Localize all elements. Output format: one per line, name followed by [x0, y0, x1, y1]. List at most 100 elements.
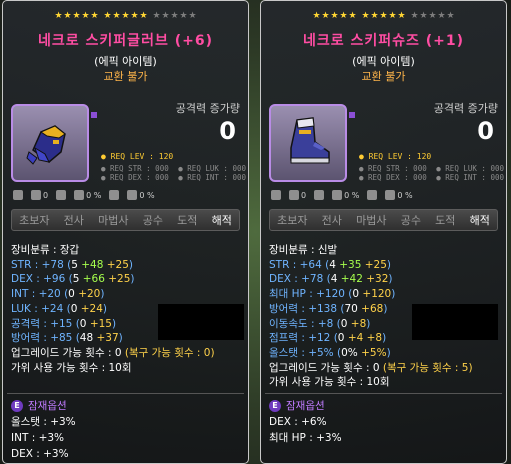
- gloves-item-icon: [26, 125, 66, 165]
- req-luk: ● REQ LUK : 000: [178, 164, 246, 173]
- epic-badge-icon: E: [269, 400, 281, 412]
- block-icon: [367, 190, 378, 200]
- trade-icon: [56, 190, 67, 200]
- star-icon: ★: [103, 11, 112, 21]
- job-bar: 초보자 전사 마법사 공수 도적 해적: [269, 209, 498, 231]
- star-icon: ★: [330, 11, 339, 21]
- stat-str: STR : +64 (4 +35 +25): [269, 258, 391, 271]
- job-pirate: 해적: [211, 214, 232, 227]
- potential-section: E 잠재옵션 DEX : +6% 최대 HP : +3%: [269, 398, 501, 446]
- req-level: ● REQ LEV : 120: [101, 152, 174, 161]
- potential-section: E 잠재옵션 올스탯 : +3% INT : +3% DEX : +3%: [11, 398, 243, 462]
- trade-icon: [314, 190, 325, 200]
- divider: [265, 393, 502, 394]
- star-icon: ★: [370, 11, 379, 21]
- star-icon: ★: [188, 11, 197, 21]
- mini-icon-row: 0 0 % 0 %: [271, 188, 498, 202]
- req-level: ● REQ LEV : 120: [359, 152, 432, 161]
- job-beginner: 초보자: [19, 214, 50, 227]
- star-icon: ★: [121, 11, 130, 21]
- star-icon: ★: [312, 11, 321, 21]
- star-icon: ★: [81, 11, 90, 21]
- potential-line: 올스탯 : +3%: [11, 416, 76, 428]
- job-thief: 도적: [177, 214, 198, 227]
- req-dex: ● REQ DEX : 000: [101, 173, 169, 182]
- star-icon: ★: [63, 11, 72, 21]
- star-icon: ★: [179, 11, 188, 21]
- req-stats: ● REQ STR : 000 ● REQ LUK : 000 ● REQ DEX…: [101, 164, 246, 182]
- star-icon: ★: [397, 11, 406, 21]
- req-int: ● REQ INT : 000: [178, 173, 246, 182]
- job-warrior: 전사: [63, 214, 84, 227]
- mini-icon-row: 0 0 % 0 %: [13, 188, 240, 202]
- shoes-item-icon: [290, 117, 330, 164]
- epic-badge-icon: E: [11, 400, 23, 412]
- link-icon: [13, 190, 23, 200]
- star-icon: ★: [152, 11, 161, 21]
- star-icon: ★: [161, 11, 170, 21]
- job-bar: 초보자 전사 마법사 공수 도적 해적: [11, 209, 240, 231]
- potential-line: 최대 HP : +3%: [269, 432, 342, 444]
- scissors-count: 가위 사용 가능 횟수 : 10회: [269, 376, 390, 389]
- job-beginner: 초보자: [277, 214, 308, 227]
- attack-increase-label: 공격력 증가량: [175, 102, 240, 115]
- untradable-label: 교환 불가: [361, 70, 406, 83]
- potential-line: DEX : +3%: [11, 448, 69, 460]
- item-grade: (에픽 아이템): [352, 55, 415, 68]
- star-icon: ★: [54, 11, 63, 21]
- percent-icon: 0 %: [332, 190, 359, 200]
- req-str: ● REQ STR : 000: [101, 164, 169, 173]
- stat-int: INT : +20 (0 +20): [11, 288, 105, 301]
- upgrade-count: 업그레이드 가능 횟수 : 0 (복구 가능 횟수 : 0): [11, 346, 215, 359]
- item-tooltip-gloves: ★★★★★ ★★★★★ ★★★★★ 네크로 스키퍼글러브 (+6) (에픽 아이템)…: [2, 0, 249, 464]
- star-icon: ★: [139, 11, 148, 21]
- job-archer: 공수: [142, 214, 163, 227]
- star-icon: ★: [170, 11, 179, 21]
- star-icon: ★: [428, 11, 437, 21]
- job-pirate: 해적: [469, 214, 490, 227]
- redacted-box: [158, 304, 244, 340]
- attack-increase-value: 0: [219, 117, 236, 145]
- star-icon: ★: [388, 11, 397, 21]
- potential-line: DEX : +6%: [269, 416, 327, 428]
- stat-max-hp: 최대 HP : +120 (0 +120): [269, 288, 396, 301]
- job-thief: 도적: [435, 214, 456, 227]
- star-icon: ★: [130, 11, 139, 21]
- item-tooltip-shoes: ★★★★★ ★★★★★ ★★★★★ 네크로 스키퍼슈즈 (+1) (에픽 아이템) …: [260, 0, 507, 464]
- item-grade: (에픽 아이템): [94, 55, 157, 68]
- star-icon: ★: [437, 11, 446, 21]
- redacted-box: [412, 304, 498, 340]
- potential-mark: [91, 112, 97, 118]
- req-luk: ● REQ LUK : 000: [436, 164, 504, 173]
- divider: [7, 393, 244, 394]
- star-icon: ★: [90, 11, 99, 21]
- star-icon: ★: [446, 11, 455, 21]
- item-icon-frame: [11, 104, 89, 182]
- percent-icon: 0 %: [127, 190, 155, 200]
- star-icon: ★: [321, 11, 330, 21]
- star-icon: ★: [72, 11, 81, 21]
- stat-dex: DEX : +78 (4 +42 +32): [269, 273, 393, 286]
- soul-icon: 0: [31, 190, 48, 200]
- stat-str: STR : +78 (5 +48 +25): [11, 258, 133, 271]
- equip-category: 장비분류 : 장갑: [11, 244, 80, 256]
- potential-mark: [349, 112, 355, 118]
- star-force-row: ★★★★★ ★★★★★ ★★★★★: [261, 11, 506, 21]
- star-icon: ★: [361, 11, 370, 21]
- star-icon: ★: [339, 11, 348, 21]
- attack-increase-label: 공격력 증가량: [433, 102, 498, 115]
- potential-header: E 잠재옵션: [269, 398, 501, 414]
- req-str: ● REQ STR : 000: [359, 164, 427, 173]
- stat-dex: DEX : +96 (5 +66 +25): [11, 273, 135, 286]
- soul-icon: 0: [289, 190, 306, 200]
- potential-header: E 잠재옵션: [11, 398, 243, 414]
- equip-category: 장비분류 : 신발: [269, 244, 338, 256]
- req-dex: ● REQ DEX : 000: [359, 173, 427, 182]
- percent-icon: 0 %: [74, 190, 101, 200]
- req-int: ● REQ INT : 000: [436, 173, 504, 182]
- percent-icon: 0 %: [385, 190, 413, 200]
- stat-all-stat: 올스탯 : +5% (0% +5%): [269, 346, 391, 359]
- upgrade-count: 업그레이드 가능 횟수 : 0 (복구 가능 횟수 : 5): [269, 361, 473, 374]
- job-warrior: 전사: [321, 214, 342, 227]
- job-archer: 공수: [400, 214, 421, 227]
